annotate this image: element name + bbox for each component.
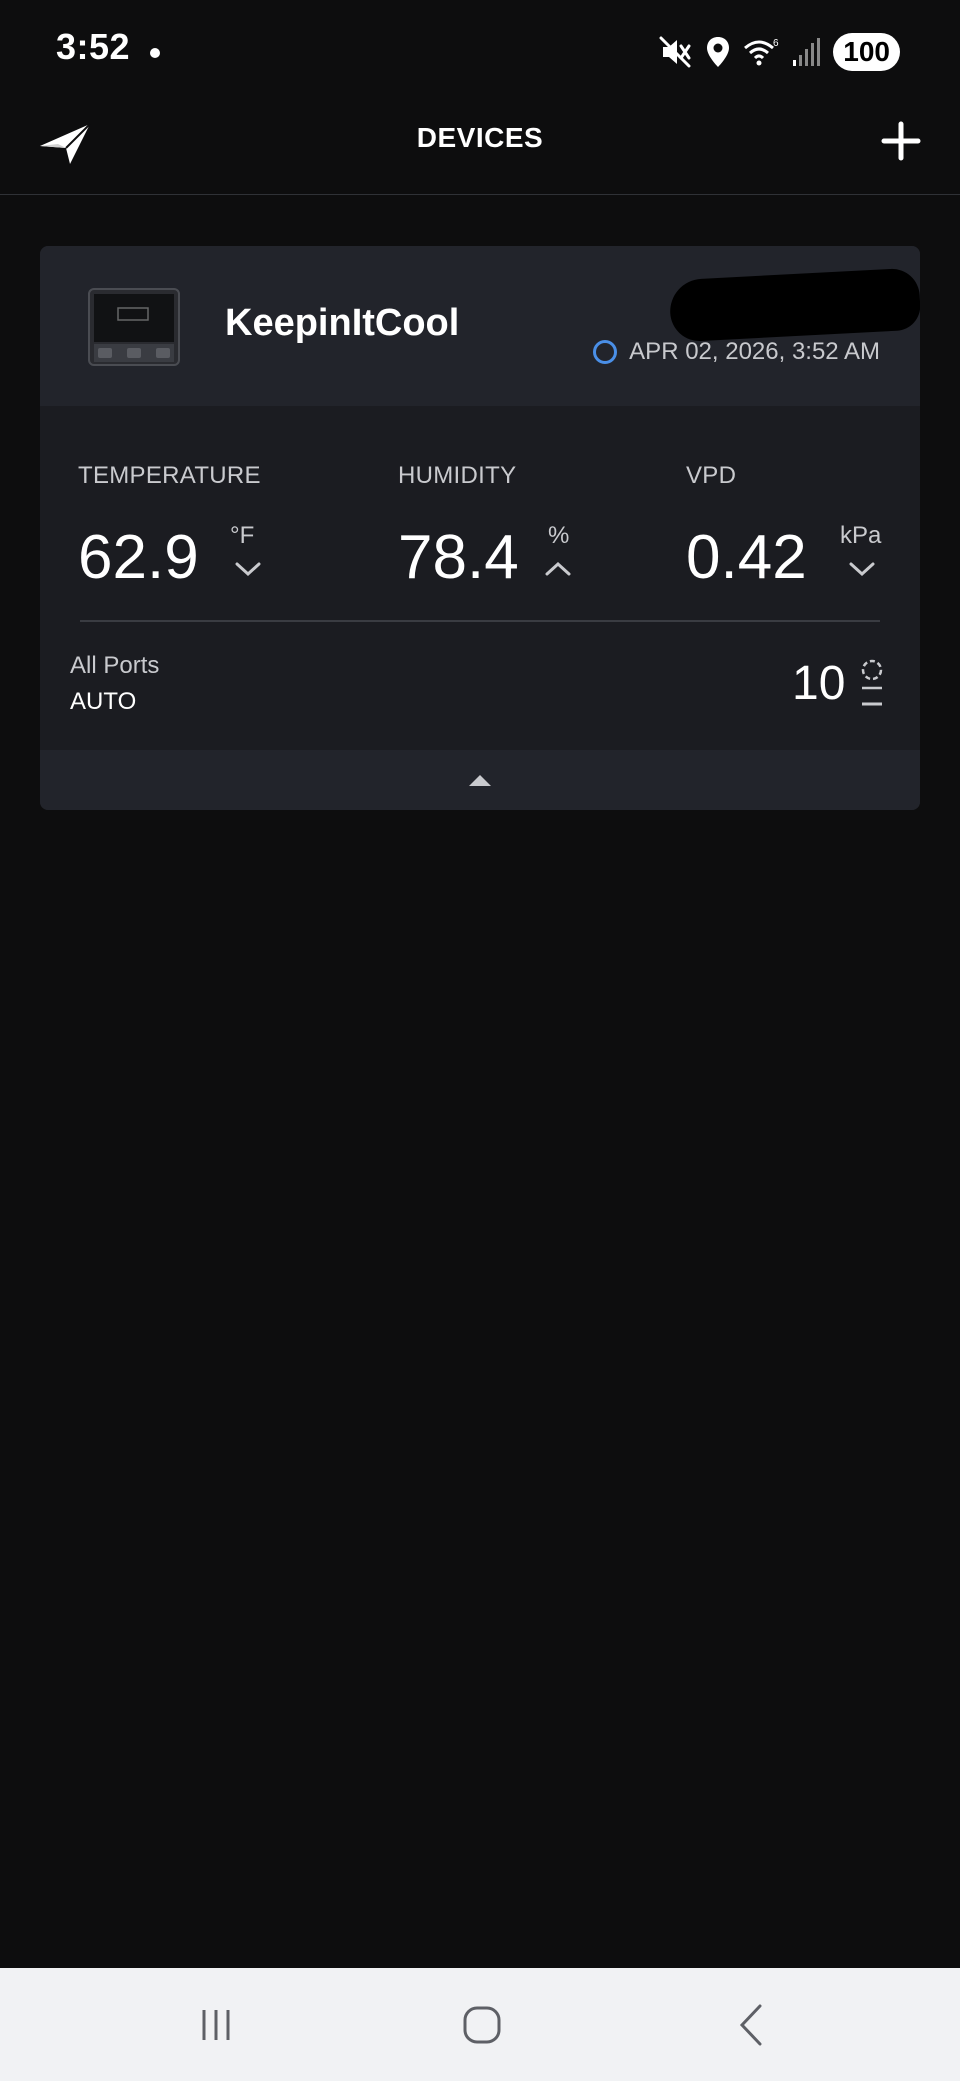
system-nav-bar <box>0 1968 960 2081</box>
controller-device-icon <box>88 288 180 366</box>
metric-value: 78.4 <box>398 523 519 592</box>
plus-icon[interactable] <box>876 116 926 166</box>
redaction-mark <box>668 267 920 343</box>
location-icon <box>707 37 730 67</box>
ports-mode: AUTO <box>70 688 137 715</box>
app-header: DEVICES <box>0 100 960 195</box>
home-icon[interactable] <box>452 1998 512 2052</box>
trend-up-icon <box>545 561 571 576</box>
recent-apps-icon[interactable] <box>186 1998 246 2052</box>
page-title: DEVICES <box>416 122 544 153</box>
metric-unit: % <box>548 522 570 549</box>
battery-icon: 100 <box>833 33 900 71</box>
metric-value: 62.9 <box>78 523 199 592</box>
divider <box>80 620 880 622</box>
ports-speed: 10 <box>792 657 846 710</box>
metric-vpd: VPD 0.42 kPa <box>686 462 881 592</box>
metric-value: 0.42 <box>686 523 807 592</box>
metric-humidity: HUMIDITY 78.4 % <box>398 462 571 592</box>
status-ring-icon <box>593 340 618 364</box>
metric-unit: kPa <box>840 522 882 549</box>
mute-icon <box>659 36 691 68</box>
device-status: APR 02, 2026, 3:52 AM <box>593 338 880 366</box>
signal-icon <box>793 38 821 66</box>
card-footer <box>40 750 920 810</box>
notification-dot-icon <box>150 48 160 58</box>
metric-label: TEMPERATURE <box>78 462 261 489</box>
collapse-caret-icon[interactable] <box>466 770 494 790</box>
metric-temperature: TEMPERATURE 62.9 °F <box>78 462 261 592</box>
devices-screen: 3:52 6 100 DEVICES KeepinItCool APR 02, … <box>0 0 960 2081</box>
status-time: 3:52 <box>56 26 131 67</box>
trend-down-icon <box>235 562 261 577</box>
ports-label: All Ports <box>70 652 160 679</box>
device-timestamp: APR 02, 2026, 3:52 AM <box>629 338 880 365</box>
metric-label: VPD <box>686 462 737 489</box>
fan-speed-icon <box>861 659 883 706</box>
status-bar: 3:52 6 100 <box>0 0 960 100</box>
trend-down-icon <box>849 562 875 577</box>
device-card-header[interactable]: KeepinItCool APR 02, 2026, 3:52 AM <box>40 246 920 406</box>
back-icon[interactable] <box>722 1998 782 2052</box>
device-name: KeepinItCool <box>225 302 460 344</box>
metric-label: HUMIDITY <box>398 462 517 489</box>
svg-text:6: 6 <box>773 38 779 49</box>
device-card[interactable]: KeepinItCool APR 02, 2026, 3:52 AM TEMPE… <box>40 246 920 810</box>
metric-unit: °F <box>230 522 255 549</box>
status-icons: 6 100 <box>659 30 900 74</box>
wifi-icon: 6 <box>744 38 779 66</box>
